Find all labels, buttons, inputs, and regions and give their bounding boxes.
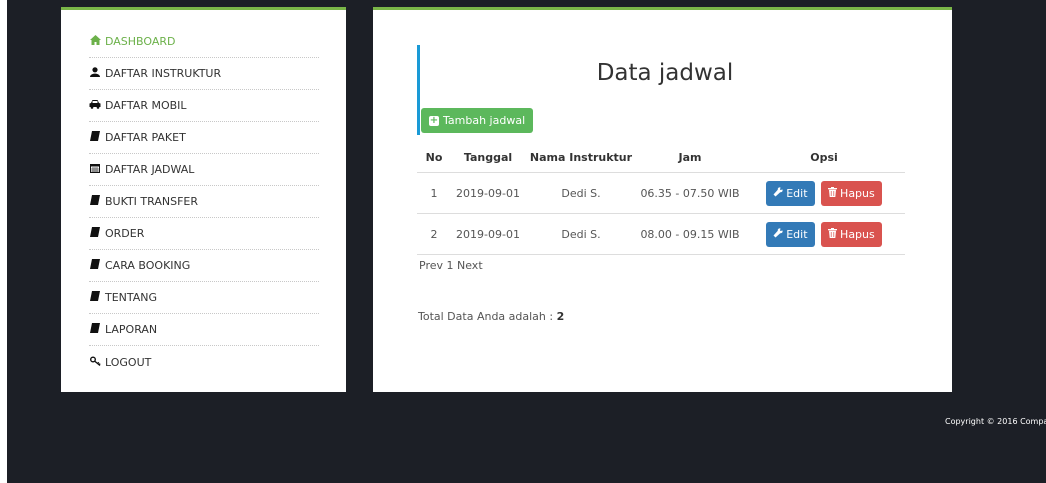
sidebar-item-laporan[interactable]: LAPORAN: [89, 314, 319, 346]
book-icon: [89, 195, 101, 208]
total-label: Total Data Anda adalah :: [418, 310, 557, 323]
cell-jam: 08.00 - 09.15 WIB: [637, 213, 743, 255]
jadwal-table: No Tanggal Nama Instruktur Jam Opsi 1 20…: [417, 143, 905, 255]
page-background: DASHBOARD DAFTAR INSTRUKTUR DAFTAR MOBIL…: [7, 0, 1046, 483]
main-panel: Data jadwal + Tambah jadwal No Tanggal N…: [373, 7, 952, 392]
column-header: Jam: [637, 143, 743, 173]
table-row: 2 2019-09-01 Dedi S. 08.00 - 09.15 WIB E…: [417, 213, 905, 255]
sidebar-item-daftar-instruktur[interactable]: DAFTAR INSTRUKTUR: [89, 58, 319, 90]
title-accent-bar: [417, 45, 420, 135]
sidebar-item-order[interactable]: ORDER: [89, 218, 319, 250]
column-header: Opsi: [743, 143, 905, 173]
trash-icon: [828, 186, 838, 200]
calendar-icon: [89, 163, 101, 176]
pagination: Prev 1 Next: [419, 259, 483, 272]
book-icon: [89, 291, 101, 304]
sidebar-item-label: DAFTAR INSTRUKTUR: [105, 67, 222, 80]
edit-button[interactable]: Edit: [766, 180, 815, 206]
total-data: Total Data Anda adalah : 2: [418, 310, 564, 323]
wrench-icon: [773, 186, 783, 200]
car-icon: [89, 99, 101, 112]
edit-label: Edit: [786, 186, 808, 200]
column-header: No: [417, 143, 451, 173]
delete-label: Hapus: [840, 227, 875, 241]
sidebar-item-label: BUKTI TRANSFER: [105, 195, 198, 208]
sidebar-item-dashboard[interactable]: DASHBOARD: [89, 26, 319, 58]
book-icon: [89, 259, 101, 272]
delete-label: Hapus: [840, 186, 875, 200]
cell-opsi: Edit Hapus: [743, 213, 905, 255]
sidebar-item-label: LAPORAN: [105, 323, 158, 336]
page-number-link[interactable]: 1: [447, 259, 454, 272]
copyright-text: Copyright © 2016 Company Na: [945, 417, 1046, 426]
sidebar: DASHBOARD DAFTAR INSTRUKTUR DAFTAR MOBIL…: [61, 7, 346, 392]
column-header: Tanggal: [451, 143, 525, 173]
delete-button[interactable]: Hapus: [821, 180, 882, 206]
cell-jam: 06.35 - 07.50 WIB: [637, 172, 743, 214]
sidebar-item-tentang[interactable]: TENTANG: [89, 282, 319, 314]
book-icon: [89, 131, 101, 144]
cell-opsi: Edit Hapus: [743, 172, 905, 214]
home-icon: [89, 35, 101, 48]
edit-label: Edit: [786, 227, 808, 241]
table-row: 1 2019-09-01 Dedi S. 06.35 - 07.50 WIB E…: [417, 172, 905, 214]
prev-link[interactable]: Prev: [419, 259, 443, 272]
sidebar-item-daftar-jadwal[interactable]: DAFTAR JADWAL: [89, 154, 319, 186]
sidebar-item-label: DASHBOARD: [105, 35, 176, 48]
column-header: Nama Instruktur: [525, 143, 637, 173]
cell-nama: Dedi S.: [525, 172, 637, 214]
sidebar-item-label: LOGOUT: [105, 355, 152, 369]
sidebar-item-logout[interactable]: LOGOUT: [89, 346, 319, 378]
cell-tanggal: 2019-09-01: [451, 213, 525, 255]
sidebar-item-daftar-mobil[interactable]: DAFTAR MOBIL: [89, 90, 319, 122]
sidebar-item-bukti-transfer[interactable]: BUKTI TRANSFER: [89, 186, 319, 218]
key-icon: [89, 356, 101, 369]
edit-button[interactable]: Edit: [766, 221, 815, 247]
sidebar-item-label: DAFTAR MOBIL: [105, 99, 187, 112]
sidebar-item-label: TENTANG: [105, 291, 158, 304]
add-jadwal-button[interactable]: + Tambah jadwal: [421, 108, 534, 133]
page-title: Data jadwal: [596, 60, 734, 86]
sidebar-item-label: DAFTAR JADWAL: [105, 163, 195, 176]
sidebar-item-label: ORDER: [105, 227, 145, 240]
cell-tanggal: 2019-09-01: [451, 172, 525, 214]
total-value: 2: [556, 310, 565, 323]
sidebar-menu: DASHBOARD DAFTAR INSTRUKTUR DAFTAR MOBIL…: [89, 26, 319, 378]
sidebar-item-label: DAFTAR PAKET: [105, 131, 186, 144]
cell-no: 1: [417, 172, 451, 214]
next-link[interactable]: Next: [457, 259, 483, 272]
book-icon: [89, 323, 101, 336]
user-icon: [89, 67, 101, 80]
book-icon: [89, 227, 101, 240]
sidebar-item-daftar-paket[interactable]: DAFTAR PAKET: [89, 122, 319, 154]
sidebar-item-label: CARA BOOKING: [105, 259, 191, 272]
plus-icon: +: [429, 114, 439, 126]
delete-button[interactable]: Hapus: [821, 221, 882, 247]
wrench-icon: [773, 227, 783, 241]
add-jadwal-label: Tambah jadwal: [443, 114, 526, 127]
sidebar-item-cara-booking[interactable]: CARA BOOKING: [89, 250, 319, 282]
cell-nama: Dedi S.: [525, 213, 637, 255]
cell-no: 2: [417, 213, 451, 255]
table-header-row: No Tanggal Nama Instruktur Jam Opsi: [417, 143, 905, 173]
trash-icon: [828, 227, 838, 241]
